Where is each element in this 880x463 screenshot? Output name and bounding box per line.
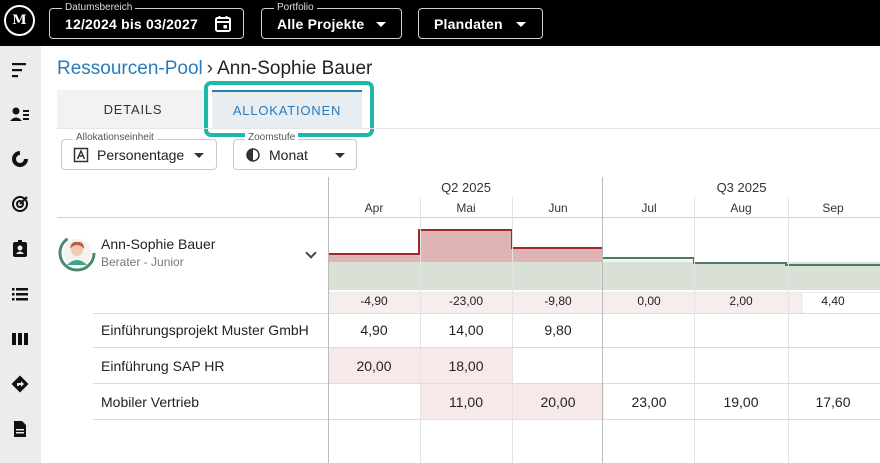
project-name[interactable]: Einführung SAP HR [101,358,224,374]
calendar-a-icon [73,147,89,163]
month-label: Jun [548,201,568,215]
row-divider [93,419,880,420]
row-divider [93,383,880,384]
sidebar [0,46,41,463]
chevron-down-icon [516,22,526,27]
portfolio-legend: Portfolio [274,2,317,14]
zoom-level-legend: Zoomstufe [245,132,299,143]
allocation-cell[interactable]: 11,00 [420,394,512,410]
document-icon[interactable] [10,419,30,439]
breadcrumb-separator: › [206,58,214,79]
resource-role: Berater - Junior [101,255,184,269]
allocation-unit-legend: Allokationseinheit [73,132,157,143]
resource-name: Ann-Sophie Bauer [101,236,216,252]
quarter-label: Q3 2025 [716,180,767,195]
row-divider [93,313,880,314]
portfolio-value: Alle Projekte [277,16,365,32]
calendar-icon[interactable] [214,15,232,33]
chevron-down-icon [335,153,345,158]
allocation-cell[interactable]: 9,80 [512,322,604,338]
chevron-down-icon [194,153,204,158]
allocation-cell[interactable]: 4,90 [328,322,420,338]
target-icon[interactable] [10,194,30,214]
top-bar: M Datumsbereich 12/2024 bis 03/2027 Port… [0,0,880,46]
donut-chart-icon[interactable] [10,149,30,169]
breadcrumb-parent-link[interactable]: Ressourcen-Pool [57,58,203,79]
tab-details[interactable]: DETAILS [57,90,209,128]
capacity-delta-value: 0,00 [637,294,661,308]
menu-collapse-icon[interactable] [10,60,30,80]
capacity-chart [328,229,880,290]
column-divider [328,177,329,463]
quarter-label: Q2 2025 [441,180,491,195]
zoom-level-select[interactable]: Zoomstufe Monat [233,132,357,170]
allocation-cell[interactable]: 20,00 [512,394,604,410]
id-badge-icon[interactable] [10,239,30,259]
app-logo[interactable]: M [4,5,35,36]
capacity-delta-value: -9,80 [544,294,572,308]
half-circle-icon [246,148,260,162]
allocation-cell[interactable]: 19,00 [695,394,787,410]
columns-icon[interactable] [10,329,30,349]
page-title: Ann-Sophie Bauer [217,58,373,79]
row-divider [328,292,880,293]
allocation-grid: Q2 2025 Q3 2025 Apr Mai Jun Jul Aug Sep … [57,177,880,463]
allocation-cell[interactable]: 17,60 [787,394,879,410]
capacity-delta-value: -23,00 [448,294,484,308]
month-label: Aug [730,201,752,215]
plandata-value: Plandaten [434,16,503,32]
month-label: Jul [641,201,657,215]
month-label: Apr [364,201,384,215]
breadcrumb: Ressourcen-Pool › Ann-Sophie Bauer [57,58,372,80]
expand-chevron-icon[interactable] [305,247,317,259]
column-divider [694,197,695,463]
chevron-down-icon [376,22,386,27]
allocation-unit-value: Personentage [97,147,185,163]
allocation-cell[interactable]: 20,00 [328,358,420,374]
project-name[interactable]: Mobiler Vertrieb [101,394,199,410]
people-list-icon[interactable] [10,105,30,125]
zoom-level-value: Monat [269,147,308,163]
header-divider [57,217,880,218]
allocation-cell[interactable]: 23,00 [603,394,695,410]
directions-icon[interactable] [10,374,30,394]
overbooking-area [328,230,602,262]
capacity-delta-value: -4,90 [360,294,388,308]
plandata-select[interactable]: Plandaten [418,8,543,39]
project-name[interactable]: Einführungsprojekt Muster GmbH [101,322,309,338]
allocation-cell[interactable]: 14,00 [420,322,512,338]
avatar[interactable] [58,234,96,272]
month-label: Sep [822,201,844,215]
date-range-legend: Datumsbereich [62,2,136,14]
capacity-delta-value: 4,40 [821,294,845,308]
list-icon[interactable] [10,284,30,304]
capacity-delta-value: 2,00 [729,294,753,308]
row-divider [93,347,880,348]
allocation-cell[interactable]: 18,00 [420,358,512,374]
portfolio-select[interactable]: Portfolio Alle Projekte [261,2,402,39]
month-label: Mai [456,201,476,215]
column-divider [788,197,789,463]
quarter-divider [602,177,603,463]
allocation-unit-select[interactable]: Allokationseinheit Personentage [61,132,217,170]
date-range-value: 12/2024 bis 03/2027 [65,16,199,32]
date-range-field[interactable]: Datumsbereich 12/2024 bis 03/2027 [49,2,244,39]
tab-divider [57,128,880,129]
